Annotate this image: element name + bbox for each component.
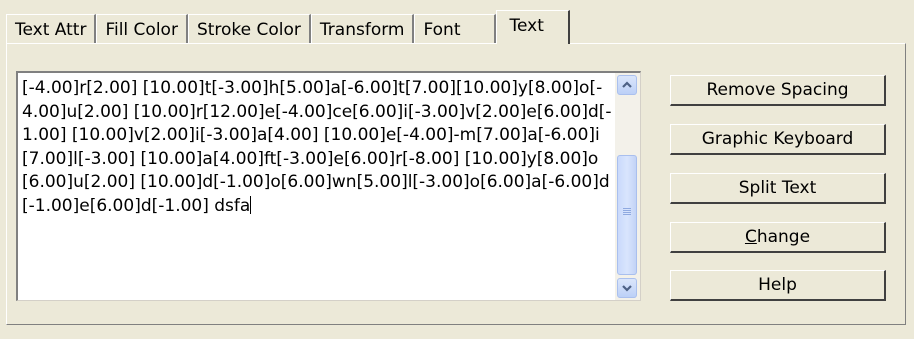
tab-text-attr[interactable]: Text Attr [6,14,97,44]
tab-font[interactable]: Font [414,14,497,44]
change-label: hange [756,227,811,247]
tab-text[interactable]: Text [496,10,570,44]
text-input-area[interactable]: [-4.00]r[2.00] [10.00]t[-3.00]h[5.00]a[-… [16,71,641,301]
change-mnemonic: C [744,227,757,247]
text-caret [250,195,252,214]
change-button[interactable]: Change [670,222,886,253]
remove-spacing-button[interactable]: Remove Spacing [670,75,886,106]
tab-strip: Text Attr Fill Color Stroke Color Transf… [6,10,570,44]
split-text-button[interactable]: Split Text [670,173,886,204]
tab-transform[interactable]: Transform [310,14,415,44]
help-button[interactable]: Help [670,270,886,301]
scroll-thumb[interactable] [617,155,637,275]
scroll-grip [623,208,631,209]
graphic-keyboard-button[interactable]: Graphic Keyboard [670,124,886,155]
scroll-down-button[interactable] [617,278,637,298]
text-input-value: [-4.00]r[2.00] [10.00]t[-3.00]h[5.00]a[-… [22,78,612,216]
tab-fill-color[interactable]: Fill Color [96,14,188,44]
text-input-content[interactable]: [-4.00]r[2.00] [10.00]t[-3.00]h[5.00]a[-… [22,77,612,218]
text-properties-panel: Text Attr Fill Color Stroke Color Transf… [0,0,914,339]
chevron-down-icon [622,285,632,292]
tab-stroke-color[interactable]: Stroke Color [187,14,311,44]
vertical-scrollbar[interactable] [615,73,640,300]
scroll-up-button[interactable] [617,75,637,95]
chevron-up-icon [622,81,632,88]
